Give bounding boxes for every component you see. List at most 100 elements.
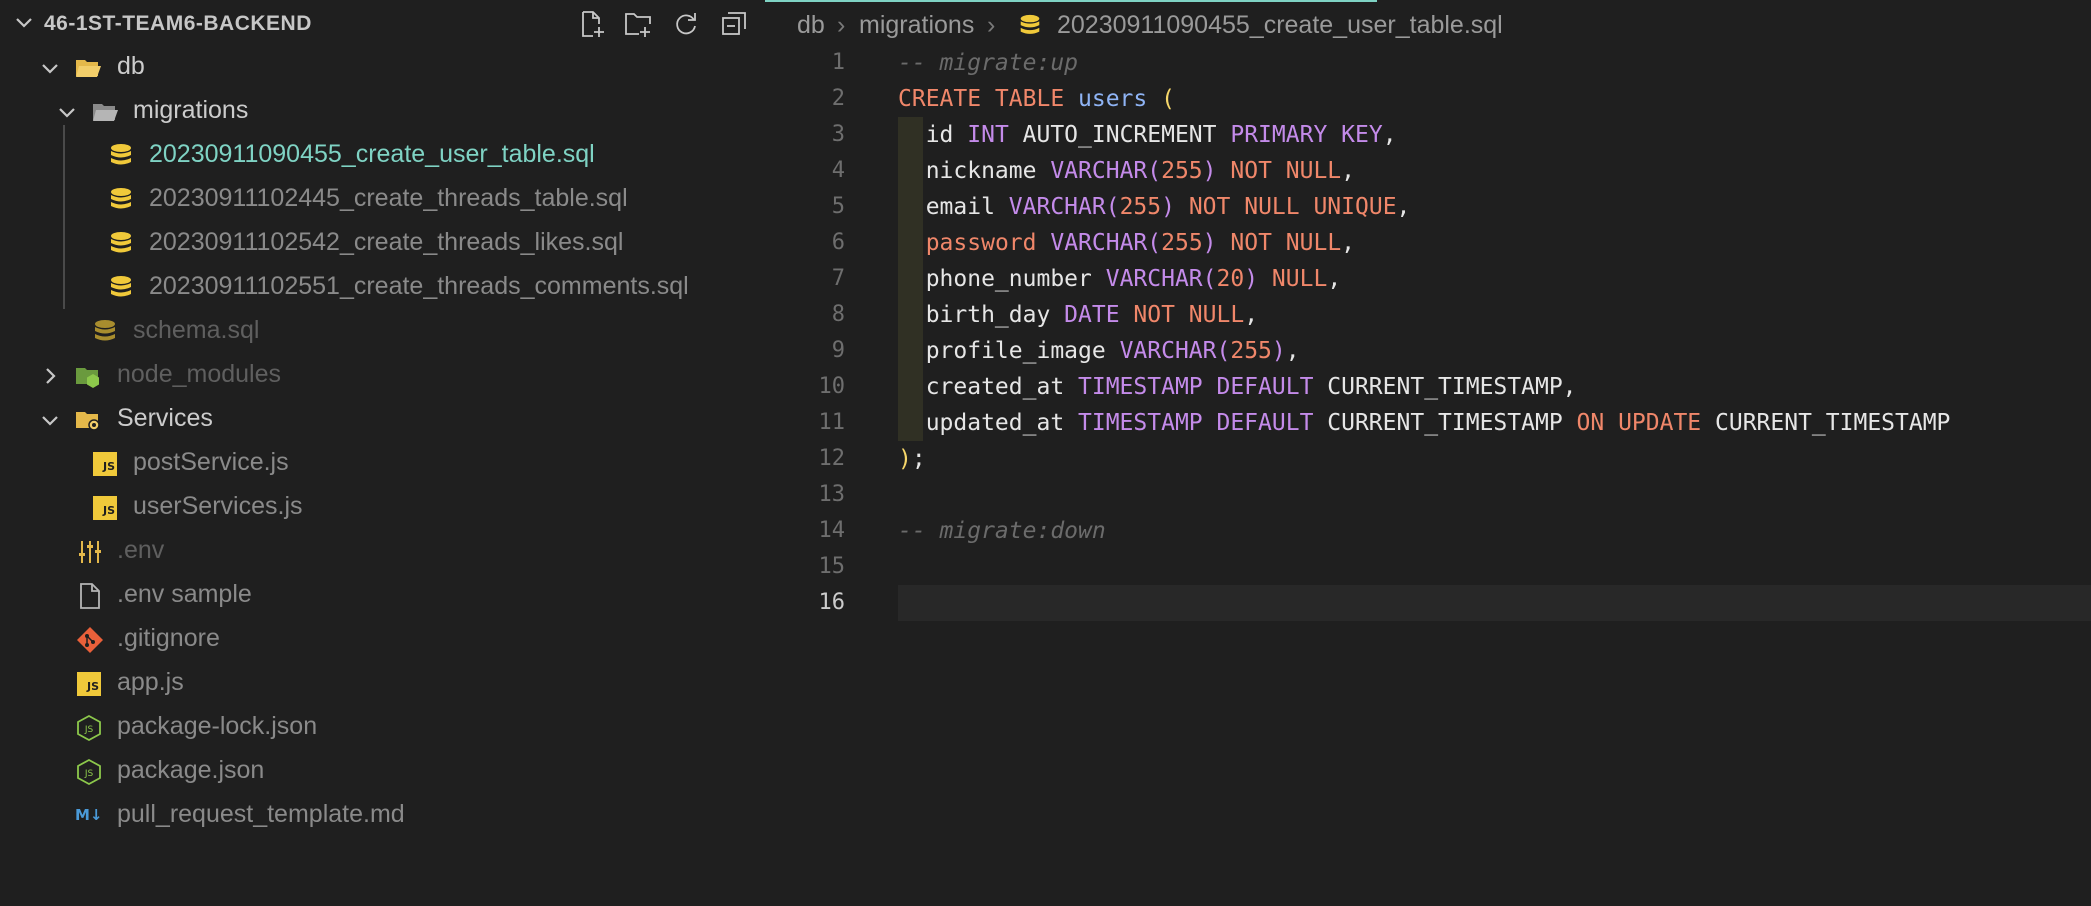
tree-item-create-threads-comments[interactable]: 20230911102551_create_threads_comments.s… [0,266,760,310]
code-token: created_at [898,374,1079,400]
refresh-button[interactable] [670,8,702,40]
line-number: 10 [818,374,846,399]
explorer-title: 46-1ST-TEAM6-BACKEND [44,12,312,35]
breadcrumb-item-db[interactable]: db [797,11,825,40]
svg-text:JS: JS [84,769,94,779]
tree-item-label: package-lock.json [117,712,318,740]
code-token: , [1382,122,1397,148]
code-token: NOT NULL UNIQUE [1188,194,1397,220]
code-line[interactable]: updated_at TIMESTAMP DEFAULT CURRENT_TIM… [898,405,1951,441]
new-folder-button[interactable] [622,8,654,40]
code-token: ; [911,446,926,472]
tree-item-user-services[interactable]: JS userServices.js [0,486,760,530]
tree-item-label: migrations [133,96,249,124]
code-line[interactable]: profile_image VARCHAR(255), [898,333,1300,369]
code-token: ) [1202,230,1217,256]
line-number: 15 [818,554,846,579]
tree-item-env-sample[interactable]: .env sample [0,574,760,618]
tree-item-label: userServices.js [133,492,303,520]
code-line[interactable]: created_at TIMESTAMP DEFAULT CURRENT_TIM… [898,369,1577,405]
code-token: VARCHAR( [1119,338,1231,364]
code-token: VARCHAR( [1008,194,1120,220]
tree-item-label: .env [117,536,165,564]
explorer-header[interactable]: 46-1ST-TEAM6-BACKEND [0,0,760,48]
code-token: -- migrate:down [898,518,1106,544]
tree-item-app-js[interactable]: JS app.js [0,662,760,706]
code-token: profile_image [898,338,1120,364]
chevron-down-icon[interactable] [12,10,36,34]
code-token: email [898,194,1009,220]
settings-sliders-icon [79,541,101,563]
tree-item-package-lock[interactable]: JS package-lock.json [0,706,760,750]
code-token: , [1341,158,1356,184]
tree-item-package-json[interactable]: JS package.json [0,750,760,794]
database-icon [95,320,115,341]
line-number: 2 [831,86,845,111]
code-token: 255 [1119,194,1162,220]
chevron-right-icon [46,368,56,384]
tree-item-services[interactable]: Services [0,398,760,442]
tree-item-schema[interactable]: schema.sql [0,310,760,354]
chevron-down-icon [42,64,58,74]
code-token: NOT NULL [1133,302,1245,328]
tree-item-node-modules[interactable]: node_modules [0,354,760,398]
code-line[interactable]: phone_number VARCHAR(20) NULL, [898,261,1341,297]
code-token: ( [1161,86,1175,112]
code-line[interactable]: -- migrate:up [898,45,1078,81]
code-token: TIMESTAMP DEFAULT [1078,374,1314,400]
code-line[interactable]: id INT AUTO_INCREMENT PRIMARY KEY, [898,117,1397,153]
line-number: 5 [831,194,845,219]
tree-item-create-threads-likes[interactable]: 20230911102542_create_threads_likes.sql [0,222,760,266]
code-line[interactable]: ); [898,441,926,477]
code-line[interactable]: CREATE TABLE users ( [898,81,1175,117]
tree-item-db[interactable]: db [0,46,760,90]
folder-open-icon [76,60,101,77]
line-number: 9 [831,338,845,363]
code-token: updated_at [898,410,1079,436]
tree-item-label: .env sample [117,580,252,608]
tree-item-create-user-table[interactable]: 20230911090455_create_user_table.sql [0,134,760,178]
code-token: TIMESTAMP DEFAULT [1078,410,1314,436]
chevron-right-icon: › [837,11,846,39]
code-line[interactable]: nickname VARCHAR(255) NOT NULL, [898,153,1355,189]
tree-item-gitignore[interactable]: .gitignore [0,618,760,662]
code-token: -- migrate:up [898,50,1079,76]
line-number: 11 [818,410,846,435]
breadcrumb-item-file[interactable]: 20230911090455_create_user_table.sql [1057,11,1503,40]
tree-item-pull-request-template[interactable]: M↓ pull_request_template.md [0,794,760,838]
chevron-right-icon: › [987,11,996,39]
code-token: , [1327,266,1342,292]
code-token: ) [898,446,912,472]
collapse-all-button[interactable] [718,8,750,40]
line-number: 4 [831,158,845,183]
code-line[interactable]: password VARCHAR(255) NOT NULL, [898,225,1355,261]
code-token: ) [1202,158,1217,184]
code-token: VARCHAR( [1050,158,1162,184]
editor-panel[interactable]: db › migrations › 20230911090455_create_… [760,0,2091,906]
database-icon [111,188,131,209]
tree-item-create-threads-table[interactable]: 20230911102445_create_threads_table.sql [0,178,760,222]
code-token: , [1396,194,1411,220]
breadcrumb-item-migrations[interactable]: migrations [859,11,974,40]
new-folder-icon [625,13,651,37]
tree-item-label: app.js [117,668,184,696]
code-line[interactable]: email VARCHAR(255) NOT NULL UNIQUE, [898,189,1411,225]
new-file-button[interactable] [576,8,608,40]
code-line[interactable]: -- migrate:down [898,513,1106,549]
code-token: VARCHAR( [1105,266,1217,292]
code-token: CURRENT_TIMESTAMP [1701,410,1951,436]
tree-item-post-service[interactable]: JS postService.js [0,442,760,486]
tree-item-env[interactable]: .env [0,530,760,574]
collapse-all-icon [722,12,746,35]
tree-item-migrations[interactable]: migrations [0,90,760,134]
code-token: 255 [1161,158,1203,184]
tree-item-label: Services [117,404,213,432]
line-number: 13 [818,482,846,507]
code-token: NOT NULL [1230,158,1342,184]
svg-text:JS: JS [84,725,94,735]
code-line[interactable]: birth_day DATE NOT NULL, [898,297,1258,333]
code-token: ) [1161,194,1175,220]
